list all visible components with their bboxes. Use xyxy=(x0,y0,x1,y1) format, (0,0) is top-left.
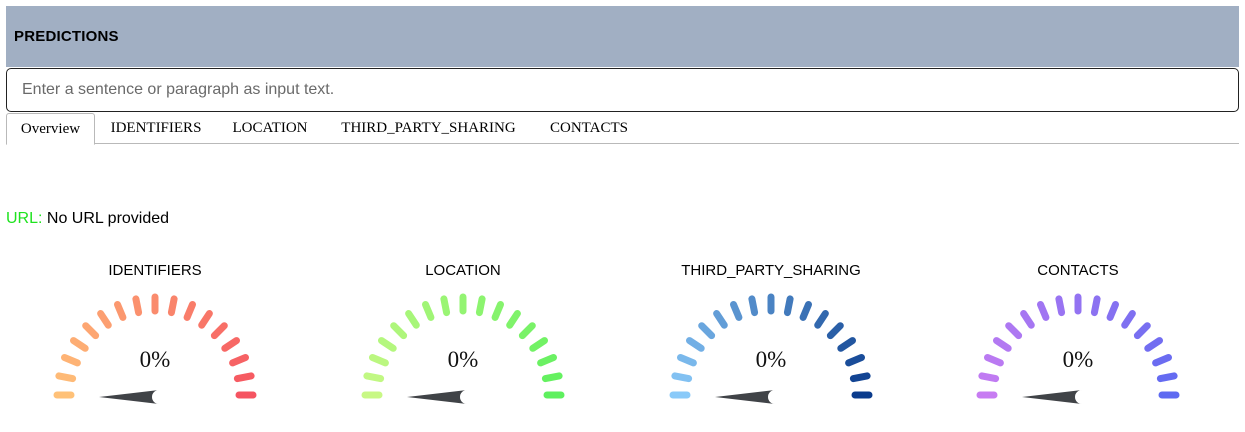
gauge-tick xyxy=(363,372,385,383)
gauge-tick xyxy=(1037,301,1050,321)
gauge-third-party-sharing: THIRD_PARTY_SHARING 0% xyxy=(659,258,883,408)
gauge-tick xyxy=(221,337,240,352)
predictions-header: PREDICTIONS xyxy=(6,6,1239,67)
gauge-needle xyxy=(1022,390,1082,404)
gauge-dial: 0% xyxy=(976,293,1180,404)
tab-location[interactable]: LOCATION xyxy=(220,113,320,144)
gauge-tick xyxy=(518,322,536,340)
gauge-tick xyxy=(993,337,1012,352)
gauge-tick xyxy=(369,354,389,367)
gauge-tick xyxy=(475,295,486,317)
gauge-tick xyxy=(984,354,1004,367)
page-title: PREDICTIONS xyxy=(14,28,119,45)
gauge-tick xyxy=(97,310,112,329)
gauge-tick xyxy=(183,301,196,321)
gauge-tick xyxy=(1055,295,1066,317)
gauge-tick xyxy=(1020,310,1035,329)
gauge-tick xyxy=(837,337,856,352)
gauge-tick xyxy=(783,295,794,317)
gauge-dial: 0% xyxy=(53,293,257,404)
gauge-contacts: CONTACTS 0% xyxy=(966,258,1190,408)
gauge-tick xyxy=(422,301,435,321)
gauge-needle xyxy=(715,390,775,404)
gauge-tick xyxy=(1152,354,1172,367)
gauge-tick xyxy=(748,295,759,317)
gauge-tick xyxy=(70,337,89,352)
gauge-tick xyxy=(390,322,408,340)
gauge-value: 0% xyxy=(756,347,787,372)
gauge-tick xyxy=(198,310,213,329)
gauge-value: 0% xyxy=(1063,347,1094,372)
gauge-tick xyxy=(55,372,77,383)
gauge-tick xyxy=(1090,295,1101,317)
gauge-tick xyxy=(671,372,693,383)
gauge-tick xyxy=(210,322,228,340)
gauge-tick xyxy=(1005,322,1023,340)
gauge-value: 0% xyxy=(448,347,479,372)
tab-third-party-sharing[interactable]: THIRD_PARTY_SHARING xyxy=(326,113,531,144)
gauge-tick xyxy=(491,301,504,321)
gauge-tick xyxy=(978,372,1000,383)
input-text-field[interactable] xyxy=(7,69,1238,111)
gauge-tick xyxy=(845,354,865,367)
url-status: URL: No URL provided xyxy=(6,210,169,228)
gauge-identifiers: IDENTIFIERS 0% xyxy=(43,258,267,408)
gauge-tick xyxy=(849,372,871,383)
gauge-tick xyxy=(378,337,397,352)
input-text-box[interactable] xyxy=(6,68,1239,112)
gauge-tick xyxy=(1156,372,1178,383)
gauge-needle xyxy=(407,390,467,404)
gauge-tick xyxy=(541,372,563,383)
gauge-tick xyxy=(1121,310,1136,329)
gauge-tick xyxy=(229,354,249,367)
gauge-tick xyxy=(713,310,728,329)
gauge-location: LOCATION 0% xyxy=(351,258,575,408)
gauge-tick xyxy=(1144,337,1163,352)
gauge-tick xyxy=(799,301,812,321)
gauge-tick xyxy=(537,354,557,367)
gauge-tick xyxy=(686,337,705,352)
gauge-tick xyxy=(529,337,548,352)
gauge-tick xyxy=(1133,322,1151,340)
tab-identifiers[interactable]: IDENTIFIERS xyxy=(98,113,214,144)
gauge-tick xyxy=(1106,301,1119,321)
gauge-tick xyxy=(814,310,829,329)
gauge-tick xyxy=(677,354,697,367)
tab-contacts[interactable]: CONTACTS xyxy=(539,113,639,144)
gauge-tick xyxy=(730,301,743,321)
gauge-tick xyxy=(61,354,81,367)
gauge-tick xyxy=(132,295,143,317)
gauge-tick xyxy=(233,372,255,383)
gauge-tick xyxy=(114,301,127,321)
gauge-tick xyxy=(826,322,844,340)
gauge-dial: 0% xyxy=(361,293,565,404)
gauge-needle xyxy=(99,390,159,404)
url-value: No URL provided xyxy=(46,210,170,227)
gauge-tick xyxy=(698,322,716,340)
gauge-tick xyxy=(167,295,178,317)
tab-bar: Overview IDENTIFIERS LOCATION THIRD_PART… xyxy=(6,113,1239,145)
gauge-tick xyxy=(82,322,100,340)
url-label: URL: xyxy=(6,210,43,227)
gauge-tick xyxy=(405,310,420,329)
gauge-tick xyxy=(506,310,521,329)
gauge-dial: 0% xyxy=(669,293,873,404)
gauge-tick xyxy=(440,295,451,317)
tab-overview[interactable]: Overview xyxy=(6,113,95,145)
gauge-value: 0% xyxy=(140,347,171,372)
